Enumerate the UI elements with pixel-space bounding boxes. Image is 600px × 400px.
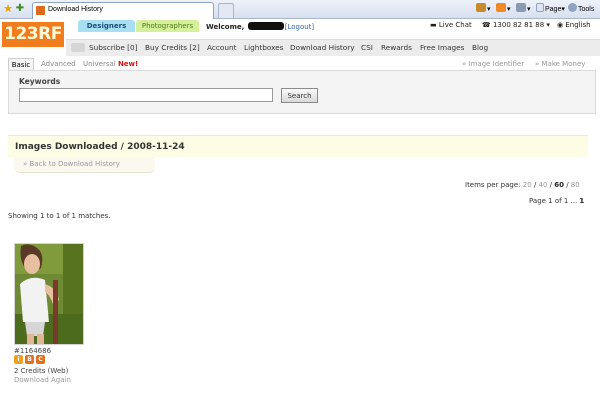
back-link-box: » Back to Download History (14, 157, 155, 173)
new-tab-button[interactable] (218, 3, 234, 18)
per-page-option-40[interactable]: 40 (538, 181, 547, 189)
nav-buy-credits[interactable]: Buy Credits [2] (145, 43, 200, 52)
phone-label: 1300 82 81 88 (492, 21, 545, 29)
tools-menu[interactable]: Tools (568, 3, 594, 16)
live-chat-link[interactable]: ▬ Live Chat (430, 21, 472, 29)
title-band: Images Downloaded / 2008-11-24 (8, 135, 588, 157)
pagination: Page 1 of 1 ... 1 (529, 197, 584, 205)
per-page-option-80[interactable]: 80 (571, 181, 580, 189)
image-identifier-label: Image Identifier (468, 60, 525, 68)
home-icon[interactable]: ▾ (476, 3, 491, 16)
child-photo-image (15, 244, 83, 344)
favorites-star-icon[interactable]: ★ (2, 3, 14, 15)
page-menu-label: Page (545, 6, 562, 13)
search-button[interactable]: Search (281, 88, 318, 103)
download-again-link[interactable]: Download Again (14, 376, 71, 384)
back-to-download-history-link[interactable]: » Back to Download History (23, 160, 120, 168)
phone-icon: ☎ (482, 21, 491, 29)
main-nav-bar: Subscribe [0] Buy Credits [2] Account Li… (66, 39, 600, 56)
redacted-username (247, 22, 284, 30)
browser-tab-active[interactable]: Download History (32, 2, 214, 19)
universal-label: Universal (83, 60, 116, 68)
add-favorites-icon[interactable]: ✚ (14, 3, 26, 15)
chat-icon: ▬ (430, 21, 437, 29)
license-icons: i B C (14, 355, 54, 365)
nav-hat-icon (71, 43, 85, 52)
license-b-icon[interactable]: B (25, 355, 34, 364)
per-page-option-20[interactable]: 20 (523, 181, 532, 189)
language-selector[interactable]: ◉ English (557, 21, 591, 29)
browser-command-bar: ▾ ▾ ▾ Page▾ Tools (476, 3, 596, 16)
phone-number: ☎ 1300 82 81 88 ▾ (482, 21, 550, 29)
browser-tab-strip: ★ ✚ Download History ▾ ▾ ▾ Page▾ Tools (0, 0, 600, 19)
logo-text-accent: RF (38, 24, 62, 44)
designers-tab[interactable]: Designers (78, 20, 135, 32)
make-money-label: Make Money (541, 60, 586, 68)
site-favicon-icon (36, 6, 45, 15)
logout-link[interactable]: [Logout] (285, 23, 314, 31)
globe-icon: ◉ (557, 21, 564, 29)
welcome-label: Welcome, (206, 23, 245, 31)
nav-rewards[interactable]: Rewards (381, 43, 412, 52)
nav-csi[interactable]: CSI (361, 43, 373, 52)
page-title: Images Downloaded / 2008-11-24 (15, 142, 185, 152)
items-per-page: Items per page: 20 / 40 / 60 / 80 (465, 181, 580, 189)
browser-tab-title: Download History (48, 6, 103, 13)
site-logo[interactable]: 123RF (2, 22, 64, 47)
search-tab-advanced[interactable]: Advanced (41, 60, 76, 68)
tools-menu-label: Tools (578, 6, 595, 13)
nav-download-history[interactable]: Download History (290, 43, 355, 52)
new-badge: New! (117, 60, 139, 68)
page-root: ★ ✚ Download History ▾ ▾ ▾ Page▾ Tools 1… (0, 0, 600, 400)
logo-text-main: 123 (4, 24, 39, 44)
welcome-message: Welcome, [Logout] (206, 22, 314, 31)
print-icon[interactable]: ▾ (516, 3, 531, 16)
nav-lightboxes[interactable]: Lightboxes (244, 43, 283, 52)
keywords-input[interactable] (19, 88, 273, 102)
search-tab-universal[interactable]: Universal New! (83, 60, 138, 68)
make-money-link[interactable]: » Make Money (535, 60, 585, 68)
page-menu[interactable]: Page▾ (536, 3, 565, 16)
info-icon[interactable]: i (14, 355, 23, 364)
results-count: Showing 1 to 1 of 1 matches. (8, 212, 111, 220)
back-link-label: Back to Download History (29, 160, 120, 168)
page-number-current: 1 (579, 197, 585, 205)
per-page-option-60: 60 (554, 181, 564, 189)
rss-feed-icon[interactable]: ▾ (496, 3, 511, 16)
nav-blog[interactable]: Blog (472, 43, 488, 52)
search-panel: Keywords Search (8, 70, 596, 114)
photographers-tab[interactable]: Photographers (136, 20, 199, 32)
pagination-label: Page 1 of 1 ... (529, 197, 578, 205)
nav-subscribe[interactable]: Subscribe [0] (89, 43, 138, 52)
result-thumbnail[interactable] (14, 243, 84, 345)
language-label: English (565, 21, 591, 29)
per-page-label: Items per page: (465, 181, 521, 189)
credits-label: 2 Credits (Web) (14, 367, 69, 375)
keywords-label: Keywords (19, 77, 61, 86)
license-c-icon[interactable]: C (36, 355, 45, 364)
nav-account[interactable]: Account (207, 43, 236, 52)
image-identifier-link[interactable]: » Image Identifier (462, 60, 524, 68)
live-chat-label: Live Chat (438, 21, 472, 29)
image-id[interactable]: #1164686 (14, 347, 51, 355)
nav-free-images[interactable]: Free Images (420, 43, 464, 52)
